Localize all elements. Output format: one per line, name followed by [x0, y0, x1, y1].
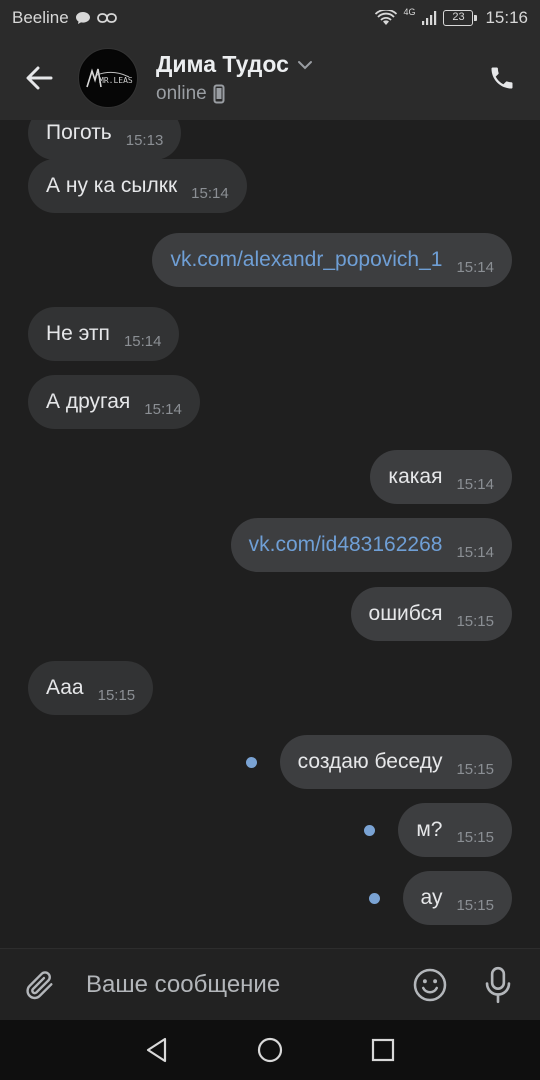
message-input[interactable] [80, 959, 396, 1010]
attach-button[interactable] [0, 949, 80, 1021]
battery-icon: 23 [443, 10, 478, 26]
message-text: А ну ка сылкк [46, 174, 178, 197]
message-time: 15:14 [144, 400, 182, 418]
message-time: 15:14 [456, 475, 494, 493]
outgoing-message-bubble[interactable]: м? 15:15 [398, 803, 512, 857]
signal-icon [421, 10, 437, 26]
message-row: vk.com/alexandr_popovich_1 15:14 [0, 233, 540, 289]
message-text: А другая [46, 390, 131, 413]
message-time: 15:15 [456, 612, 494, 630]
incoming-message-bubble[interactable]: А другая 15:14 [28, 375, 200, 429]
message-time: 15:14 [123, 332, 162, 350]
status-left: Beeline [12, 8, 117, 28]
message-text: Ааа [46, 676, 84, 699]
outgoing-message-bubble[interactable]: ау 15:15 [402, 871, 512, 925]
unread-indicator-dot [368, 893, 380, 904]
outgoing-message-bubble[interactable]: vk.com/id483162268 15:14 [230, 518, 512, 572]
incoming-message-bubble[interactable]: Не этп 15:14 [28, 307, 180, 361]
back-button[interactable] [0, 36, 78, 120]
outgoing-message-bubble[interactable]: создаю беседу 15:15 [279, 735, 512, 789]
incoming-message-bubble[interactable]: Ааа 15:15 [28, 661, 154, 715]
message-time: 15:15 [456, 760, 494, 778]
message-row: м? 15:15 [0, 803, 540, 859]
message-time: 15:15 [97, 686, 136, 704]
mobile-phone-icon [213, 84, 225, 104]
message-link[interactable]: vk.com/alexandr_popovich_1 [170, 248, 442, 272]
message-row: vk.com/id483162268 15:14 [0, 518, 540, 574]
message-time: 15:13 [125, 131, 164, 149]
outgoing-message-bubble[interactable]: ошибся 15:15 [350, 587, 512, 641]
message-time: 15:15 [456, 828, 494, 846]
link-icon [96, 12, 117, 24]
message-text: ошибся [368, 602, 443, 625]
message-time: 15:14 [191, 184, 229, 202]
voice-message-button[interactable] [476, 961, 520, 1009]
message-text: какая [388, 465, 443, 488]
system-nav-bar [0, 1020, 540, 1080]
contact-info[interactable]: Дима Тудос online [156, 51, 313, 105]
app-root: Beeline 4G 23 15:16 MR.LEAS Дима Тудос o… [0, 0, 540, 1080]
contact-name: Дима Тудос [156, 51, 289, 77]
arrow-left-icon [26, 66, 53, 90]
nav-recents-button[interactable] [363, 1030, 403, 1070]
outgoing-message-bubble[interactable]: vk.com/alexandr_popovich_1 15:14 [152, 233, 512, 287]
wifi-icon [375, 10, 398, 26]
message-link[interactable]: vk.com/id483162268 [249, 533, 443, 557]
status-right: 4G 23 15:16 [375, 7, 528, 28]
message-text: м? [416, 818, 443, 841]
message-row: А ну ка сылкк 15:14 [0, 159, 540, 215]
svg-text:MR.LEAS: MR.LEAS [99, 76, 133, 85]
network-type-label: 4G [403, 7, 416, 17]
contact-status-row: online [156, 83, 313, 105]
unread-indicator-dot [245, 757, 257, 768]
incoming-message-bubble[interactable]: Поготь 15:13 [28, 120, 182, 160]
circle-home-icon [257, 1037, 283, 1063]
message-row: создаю беседу 15:15 [0, 735, 540, 791]
message-time: 15:14 [456, 258, 494, 276]
chat-header: MR.LEAS Дима Тудос online [0, 36, 540, 120]
emoji-button[interactable] [408, 963, 452, 1007]
call-button[interactable] [482, 58, 522, 98]
smiley-icon [413, 968, 447, 1002]
avatar-logo-icon: MR.LEAS [80, 50, 136, 106]
contact-status: online [156, 83, 207, 104]
triangle-back-icon [146, 1037, 166, 1063]
incoming-message-bubble[interactable]: А ну ка сылкк 15:14 [28, 159, 247, 213]
message-composer [0, 948, 540, 1020]
message-row: А другая 15:14 [0, 375, 540, 431]
message-time: 15:14 [456, 543, 494, 561]
message-text: Не этп [46, 322, 110, 345]
nav-back-button[interactable] [137, 1030, 177, 1070]
clock-label: 15:16 [485, 8, 528, 27]
message-row: Не этп 15:14 [0, 307, 540, 363]
message-row: ау 15:15 [0, 871, 540, 927]
contact-name-row: Дима Тудос [156, 51, 313, 78]
nav-home-button[interactable] [250, 1030, 290, 1070]
message-row: какая 15:14 [0, 450, 540, 506]
message-row: ошибся 15:15 [0, 587, 540, 643]
message-time: 15:15 [456, 896, 494, 914]
outgoing-message-bubble[interactable]: какая 15:14 [370, 450, 512, 504]
message-text: ау [420, 886, 443, 909]
square-recents-icon [372, 1038, 395, 1062]
message-row: Поготь 15:13 [0, 120, 540, 162]
paperclip-icon [26, 970, 53, 999]
message-text: Поготь [46, 121, 112, 144]
message-text: создаю беседу [297, 750, 443, 773]
chevron-down-icon [297, 60, 312, 69]
unread-indicator-dot [364, 825, 376, 836]
carrier-label: Beeline [12, 8, 69, 27]
status-bar: Beeline 4G 23 15:16 [0, 0, 540, 36]
chat-notification-icon [75, 11, 91, 25]
phone-icon [491, 67, 513, 89]
microphone-icon [485, 966, 511, 1004]
message-row: Ааа 15:15 [0, 661, 540, 717]
message-list[interactable]: Поготь 15:13 А ну ка сылкк 15:14 vk.com/alex… [0, 120, 540, 948]
avatar[interactable]: MR.LEAS [78, 48, 138, 108]
